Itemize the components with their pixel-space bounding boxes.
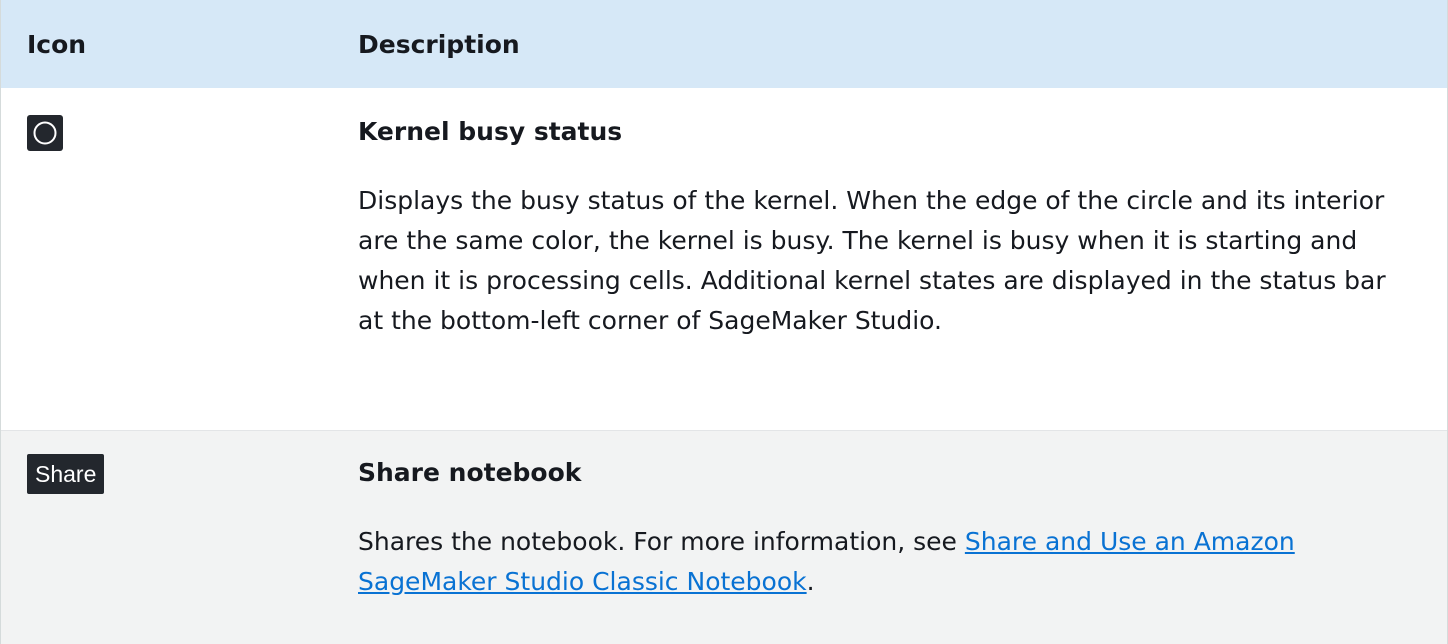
table-header: Icon Description xyxy=(1,0,1447,88)
table-row: Share Share notebook Shares the notebook… xyxy=(1,431,1447,644)
share-button-icon: Share xyxy=(27,454,105,494)
row-title: Share notebook xyxy=(358,458,582,487)
header-icon-column: Icon xyxy=(27,29,87,59)
header-description-column: Description xyxy=(358,29,520,59)
icon-cell: Share xyxy=(1,431,358,644)
icon-cell xyxy=(1,88,358,430)
table-row: Kernel busy status Displays the busy sta… xyxy=(1,88,1447,431)
body-prefix: Shares the notebook. For more informatio… xyxy=(358,527,965,556)
row-body: Shares the notebook. For more informatio… xyxy=(358,522,1418,602)
row-body: Displays the busy status of the kernel. … xyxy=(358,186,1386,335)
description-cell: Share notebook Shares the notebook. For … xyxy=(358,431,1418,644)
body-suffix: . xyxy=(806,567,815,596)
kernel-busy-circle-icon xyxy=(27,115,63,151)
row-title: Kernel busy status xyxy=(358,117,623,146)
description-cell: Kernel busy status Displays the busy sta… xyxy=(358,88,1418,430)
icon-description-table: Icon Description Kernel busy status Disp… xyxy=(0,0,1448,644)
